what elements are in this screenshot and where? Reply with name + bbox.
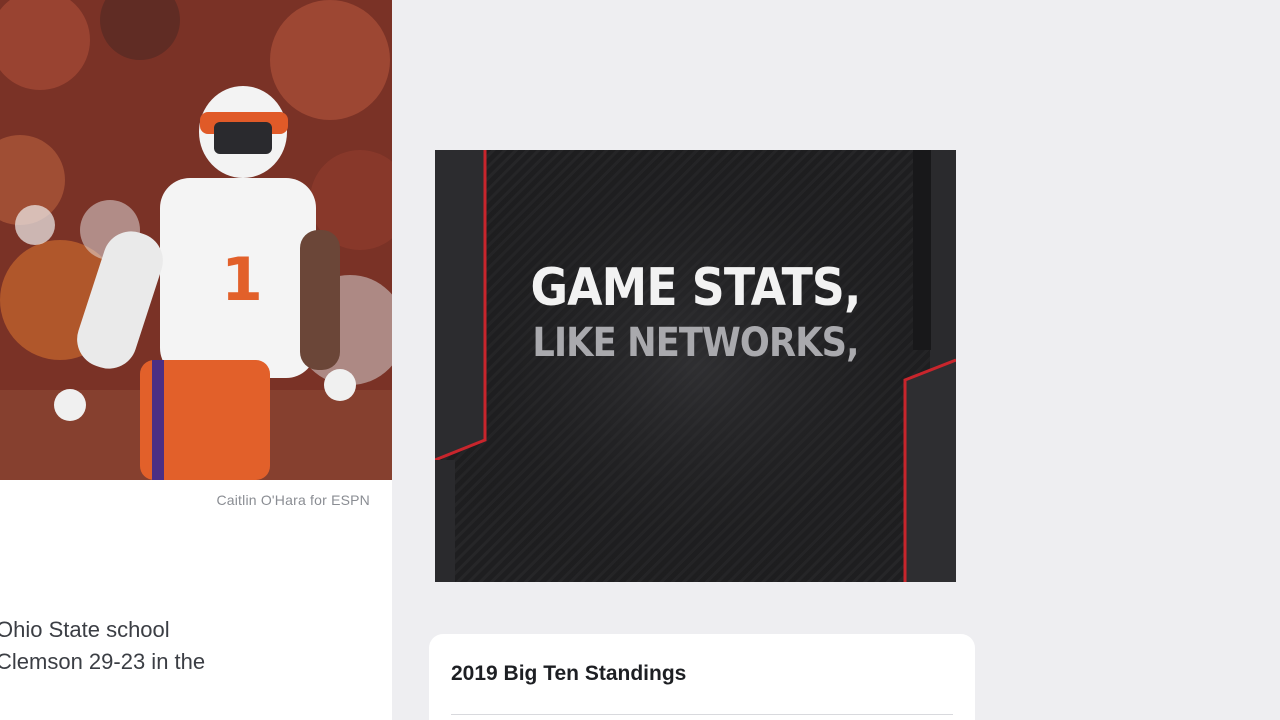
player-photo-illustration: 1 xyxy=(0,0,392,480)
article-body-line: Clemson 29-23 in the xyxy=(0,649,206,674)
article-body: Ohio State school Clemson 29-23 in the xyxy=(0,614,376,678)
article-column: 1 Caitlin O'Hara for ESPN Ohio State sch… xyxy=(0,0,392,720)
page: 1 Caitlin O'Hara for ESPN Ohio State sch… xyxy=(0,0,1280,720)
standings-title: 2019 Big Ten Standings xyxy=(451,662,687,685)
promo-background xyxy=(435,150,956,582)
promo-headline: GAME STATS, xyxy=(530,258,861,318)
article-body-line: Ohio State school xyxy=(0,617,170,642)
promo-video-tile[interactable]: GAME STATS, LIKE NETWORKS, xyxy=(435,150,956,582)
svg-text:1: 1 xyxy=(221,245,263,315)
standings-card[interactable]: 2019 Big Ten Standings xyxy=(429,634,975,720)
standings-divider xyxy=(451,714,953,715)
article-photo[interactable]: 1 xyxy=(0,0,392,480)
promo-subheadline: LIKE NETWORKS, xyxy=(532,320,859,366)
photo-credit: Caitlin O'Hara for ESPN xyxy=(216,492,370,508)
